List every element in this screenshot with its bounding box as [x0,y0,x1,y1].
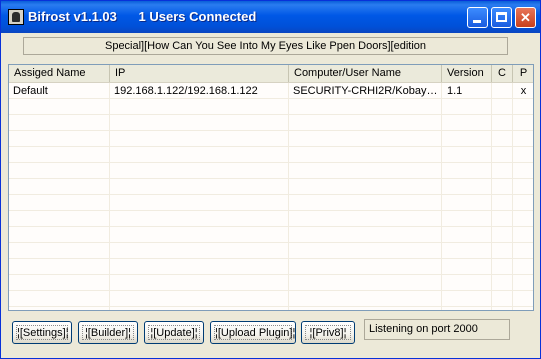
cell-version: 1.1 [447,85,463,97]
builder-button[interactable]: ¦[Builder]¦ [78,321,138,344]
cell-computer-user: SECURITY-CRHI2R/Kobaya... [293,85,441,97]
cell-c [492,83,512,99]
update-button[interactable]: ¦[Update]¦ [144,321,204,344]
banner-text: Special][How Can You See Into My Eyes Li… [104,40,427,52]
column-header-c[interactable]: C [492,65,513,82]
grid-line [9,274,533,275]
grid-line [109,83,110,310]
column-header-assigned-name[interactable]: Assiged Name [9,65,110,82]
grid-line [9,306,533,307]
column-header-ip[interactable]: IP [110,65,289,82]
grid-line [9,242,533,243]
grid-line [9,114,533,115]
title-bar[interactable]: Bifrost v1.1.03 1 Users Connected ✕ [1,1,540,33]
window-title: Bifrost v1.1.03 1 Users Connected [28,9,257,24]
priv8-button[interactable]: ¦[Priv8]¦ [301,321,355,344]
cell-assigned-name: Default [13,85,48,97]
grid-line [9,210,533,211]
cell-p: x [520,85,527,97]
close-button[interactable]: ✕ [515,7,536,28]
connections-list[interactable]: Assiged Name IP Computer/User Name Versi… [8,64,534,311]
main-window: Bifrost v1.1.03 1 Users Connected ✕ Spec… [0,0,541,359]
update-label: ¦[Update]¦ [148,325,200,340]
grid-line [9,194,533,195]
upload-plugin-label: ¦[Upload Plugin]¦ [214,325,296,340]
app-icon[interactable] [8,9,24,25]
list-header: Assiged Name IP Computer/User Name Versi… [9,65,533,83]
banner: Special][How Can You See Into My Eyes Li… [23,37,508,55]
grid-line [512,83,513,310]
grid-line [9,258,533,259]
list-background [9,83,533,310]
grid-line [9,130,533,131]
grid-line [9,162,533,163]
settings-button[interactable]: ¦[Settings]¦ [12,321,72,344]
cell-ip: 192.168.1.122/192.168.1.122 [114,85,258,97]
grid-line [288,83,289,310]
grid-line [9,178,533,179]
maximize-button[interactable] [491,7,512,28]
column-header-version[interactable]: Version [442,65,492,82]
minimize-icon [473,20,481,23]
maximize-icon [496,12,507,22]
close-icon: ✕ [520,10,531,25]
builder-label: ¦[Builder]¦ [82,325,134,340]
priv8-label: ¦[Priv8]¦ [305,325,351,340]
minimize-button[interactable] [467,7,488,28]
grid-line [441,83,442,310]
grid-line [9,226,533,227]
grid-line [9,290,533,291]
settings-label: ¦[Settings]¦ [16,325,69,340]
upload-plugin-button[interactable]: ¦[Upload Plugin]¦ [210,321,296,344]
grid-line [491,83,492,310]
grid-line [9,146,533,147]
column-header-computer-user[interactable]: Computer/User Name [289,65,442,82]
column-header-p[interactable]: P [513,65,533,82]
status-panel: Listening on port 2000 [364,319,510,340]
